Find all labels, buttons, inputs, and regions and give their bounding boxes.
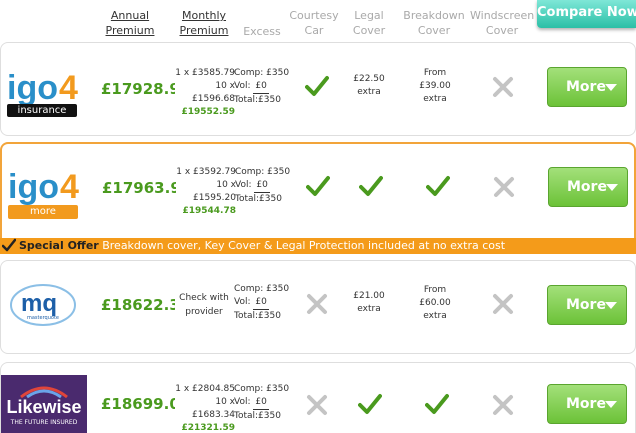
monthly-premium: 1 x £3592.79 10 x £1595.20 £19544.78 [176, 167, 236, 216]
svg-text:4: 4 [60, 168, 79, 206]
igo4-insurance-logo: igo 4 insurance [7, 69, 78, 117]
annual-premium[interactable]: £17928.95 [101, 80, 175, 98]
tick-icon [426, 175, 450, 197]
annual-premium[interactable]: £18622.34 [101, 296, 175, 314]
results-header: Annual Premium Monthly Premium Excess Co… [0, 0, 636, 44]
chevron-down-icon [605, 302, 617, 309]
tick-icon [358, 393, 382, 415]
tick-icon [305, 75, 329, 97]
monthly-premium: 1 x £2804.85 10 x £1683.34 £21321.59 [175, 384, 235, 433]
svg-text:igo: igo [7, 69, 58, 107]
legal-cover-price: £22.50 extra [353, 74, 385, 97]
more-button[interactable]: More [547, 67, 627, 107]
igo4-more-logo: igo 4 more [8, 168, 79, 219]
breakdown-cover-price: From £39.00 extra [419, 68, 451, 104]
special-offer-banner: Special Offer Breakdown cover, Key Cover… [0, 238, 636, 254]
check-icon [1, 238, 17, 254]
check-with-provider: Check with provider [179, 293, 229, 317]
cross-icon [306, 293, 328, 315]
compare-now-button[interactable]: Compare Now [537, 0, 636, 28]
cross-icon [492, 76, 514, 98]
more-button[interactable]: More [547, 384, 627, 424]
svg-text:4: 4 [59, 69, 78, 107]
windscreen-cover-header: Windscreen Cover [470, 9, 535, 37]
svg-text:mq: mq [21, 290, 57, 317]
cross-icon [493, 176, 515, 198]
masterquote-logo: mq masterquote [7, 283, 79, 333]
excess-header: Excess [243, 25, 281, 38]
svg-text:igo: igo [8, 168, 59, 206]
cross-icon [492, 293, 514, 315]
quote-row-masterquote: mq masterquote £18622.34 Check with prov… [0, 260, 636, 354]
cross-icon [492, 394, 514, 416]
quote-row-igo4-insurance: igo 4 insurance £17928.95 1 x £3585.79 1… [0, 42, 636, 136]
special-offer-text: Breakdown cover, Key Cover & Legal Prote… [102, 239, 506, 252]
chevron-down-icon [606, 184, 618, 191]
annual-premium-header[interactable]: Annual Premium [104, 8, 156, 38]
excess-details: Comp: £350 Vol: £0 Total:£350 [234, 384, 290, 421]
likewise-logo: Likewise THE FUTURE INSURED [1, 375, 87, 433]
tick-icon [359, 175, 383, 197]
courtesy-car-header: Courtesy Car [289, 9, 339, 37]
chevron-down-icon [605, 401, 617, 408]
special-offer-label: Special Offer [19, 239, 99, 252]
monthly-premium: 1 x £3585.79 10 x £1596.68 £19552.59 [175, 68, 235, 117]
quote-row-likewise: Likewise THE FUTURE INSURED £18699.07 1 … [0, 362, 636, 433]
breakdown-cover-header: Breakdown Cover [403, 9, 465, 37]
more-button[interactable]: More [548, 167, 628, 207]
excess-details: Comp: £350 Vol: £0 Total:£350 [235, 167, 291, 204]
chevron-down-icon [605, 84, 617, 91]
quote-row-igo4-more: igo 4 more £17963.95 1 x £3592.79 10 x £… [0, 142, 636, 242]
legal-cover-price: £21.00 extra [353, 291, 385, 314]
tick-icon [425, 393, 449, 415]
tick-icon [306, 175, 330, 197]
breakdown-cover-price: From £60.00 extra [419, 285, 451, 321]
annual-premium[interactable]: £18699.07 [101, 395, 175, 413]
cross-icon [306, 394, 328, 416]
excess-details: Comp: £350 Vol: £0 Total:£350 [234, 68, 290, 105]
monthly-premium-header[interactable]: Monthly Premium [178, 8, 230, 38]
excess-details: Comp: £350 Vol: £0 Total:£350 [234, 284, 290, 321]
more-button[interactable]: More [547, 285, 627, 325]
legal-cover-header: Legal Cover [352, 9, 386, 37]
annual-premium[interactable]: £17963.95 [102, 179, 176, 197]
